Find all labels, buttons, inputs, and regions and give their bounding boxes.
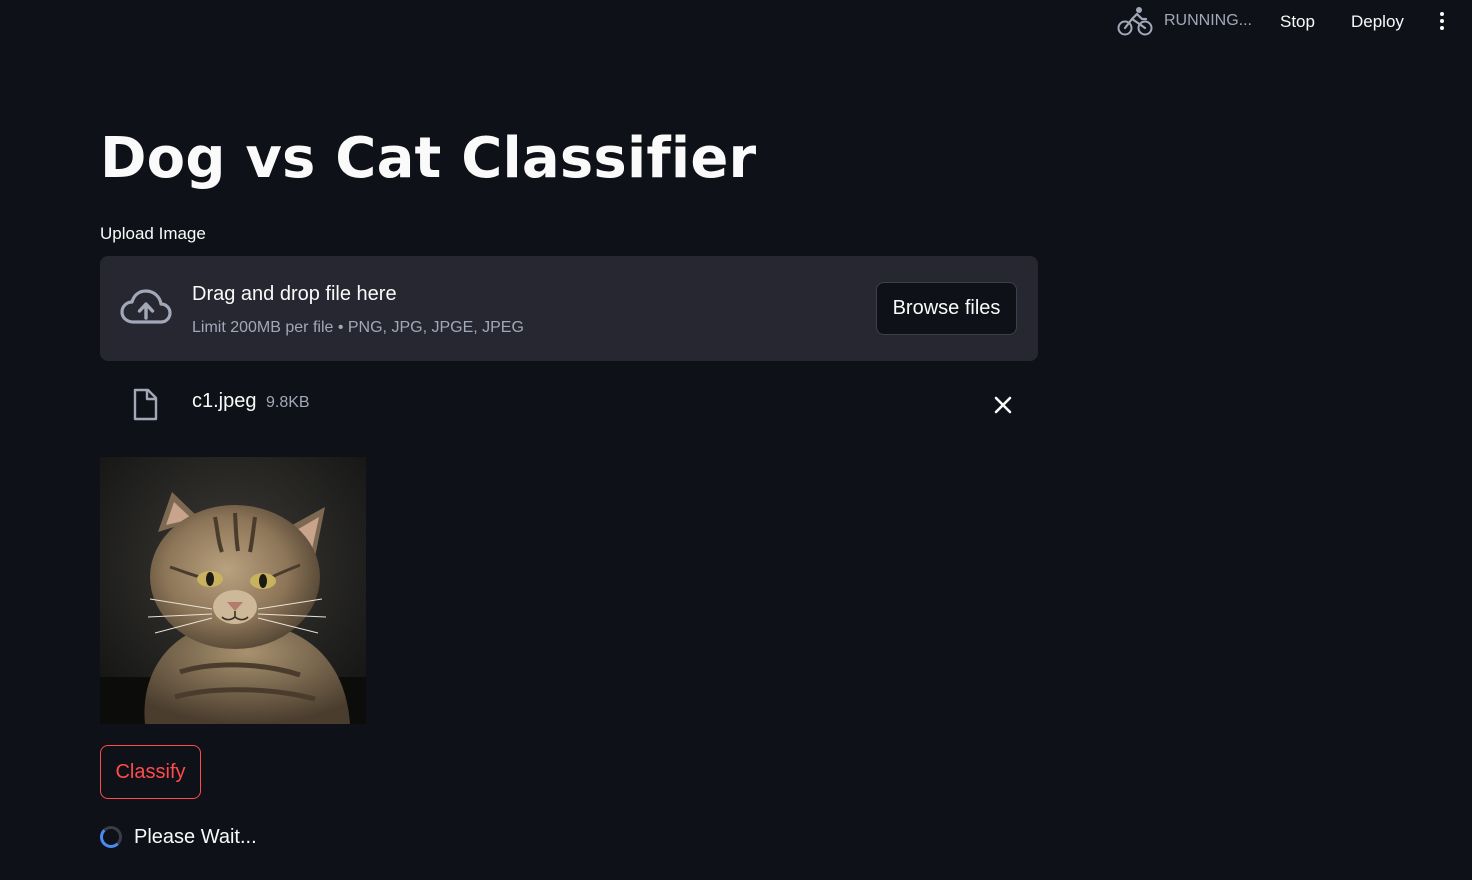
page-title: Dog vs Cat Classifier: [100, 126, 757, 191]
loading-indicator: Please Wait...: [100, 822, 257, 852]
uploaded-cat-image: [100, 457, 366, 724]
file-icon: [133, 388, 158, 421]
please-wait-text: Please Wait...: [134, 825, 257, 848]
status-text: RUNNING...: [1164, 12, 1252, 29]
file-name: c1.jpeg: [192, 390, 257, 412]
dropzone-instructions: Drag and drop file here: [192, 283, 397, 305]
dropzone-limit-text: Limit 200MB per file • PNG, JPG, JPGE, J…: [192, 319, 524, 336]
close-icon[interactable]: [990, 392, 1016, 418]
cyclist-icon: [1117, 7, 1153, 36]
main-menu-button[interactable]: [1432, 9, 1452, 33]
upload-label: Upload Image: [100, 224, 206, 243]
classify-button[interactable]: Classify: [100, 745, 201, 799]
browse-files-button[interactable]: Browse files: [876, 282, 1017, 335]
stop-button[interactable]: Stop: [1274, 8, 1321, 36]
file-dropzone[interactable]: Drag and drop file here Limit 200MB per …: [100, 256, 1038, 361]
cloud-upload-icon: [120, 289, 172, 324]
running-status: RUNNING...: [1116, 4, 1252, 38]
spinner-icon: [100, 826, 122, 848]
vertical-dots-icon: [1440, 12, 1444, 16]
top-toolbar: RUNNING... Stop Deploy: [0, 0, 1472, 42]
uploaded-file-row: c1.jpeg 9.8KB: [100, 380, 1038, 428]
deploy-button[interactable]: Deploy: [1345, 8, 1410, 36]
file-size: 9.8KB: [266, 394, 310, 411]
